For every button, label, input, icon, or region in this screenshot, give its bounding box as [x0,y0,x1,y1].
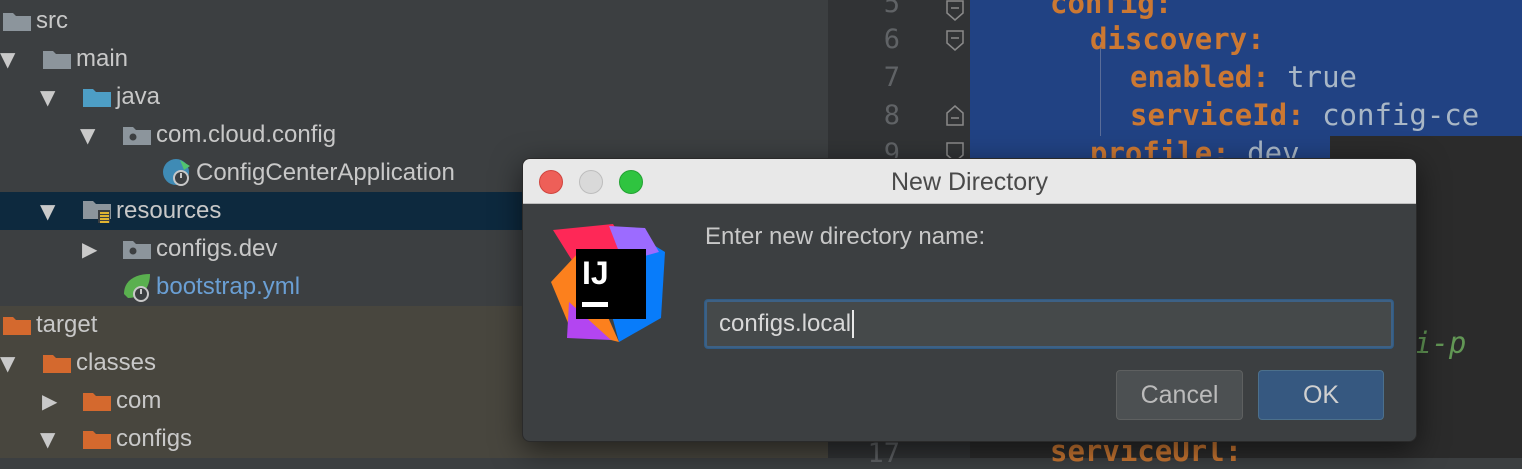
code-line: serviceId: config-ce [1130,98,1480,132]
tree-item-package-com-cloud-config[interactable]: ▼ com.cloud.config [0,116,828,154]
package-icon [122,230,152,268]
tree-item-label: ConfigCenterApplication [196,159,455,186]
line-number: 6 [883,24,900,55]
chevron-down-icon[interactable]: ▼ [40,192,55,230]
tree-item-java[interactable]: ▼ java [0,78,828,116]
chevron-down-icon[interactable]: ▼ [0,344,15,382]
line-number: 7 [883,62,900,93]
code-line: discovery: [1090,22,1265,56]
tree-item-label: target [36,311,98,338]
dialog-title: New Directory [891,168,1048,196]
new-directory-dialog: New Directory IJ Enter new directory nam… [522,158,1417,442]
folder-icon [2,2,32,40]
chevron-right-icon[interactable]: ▶ [82,230,97,268]
code-comment-fragment: i-p [1414,326,1467,360]
excluded-folder-icon [82,382,112,420]
cancel-button[interactable]: Cancel [1116,370,1243,420]
package-icon [122,116,152,154]
resources-folder-icon [82,192,112,230]
code-line: enabled: true [1130,60,1357,94]
code-line: config: [1050,0,1173,20]
line-number: 17 [867,438,900,469]
tree-item-src[interactable]: src [0,2,828,40]
tree-item-label: resources [116,197,222,224]
directory-name-input[interactable]: configs.local [705,300,1393,348]
directory-name-prompt: Enter new directory name: [705,223,986,250]
intellij-idea-logo: IJ [551,224,665,342]
chevron-down-icon[interactable]: ▼ [40,78,55,116]
directory-name-value[interactable]: configs.local [719,310,851,338]
spring-yml-icon [120,268,154,306]
source-folder-icon [82,78,112,116]
tree-item-main[interactable]: ▼ main [0,40,828,78]
tree-item-label: main [76,45,129,72]
line-number: 5 [883,0,900,19]
line-number: 8 [883,100,900,131]
excluded-folder-icon [82,420,112,458]
tree-item-label: java [116,83,161,110]
tree-item-label: configs.dev [156,235,278,262]
tree-item-label: com [116,387,162,414]
chevron-down-icon[interactable]: ▼ [0,40,15,78]
tree-item-label: configs [116,425,193,452]
chevron-down-icon[interactable]: ▼ [40,420,55,458]
chevron-right-icon[interactable]: ▶ [42,382,57,420]
fold-end-icon[interactable] [945,104,965,126]
folder-icon [42,40,72,78]
ok-button[interactable]: OK [1258,370,1384,420]
fold-marker-icon[interactable] [945,30,965,52]
logo-text: IJ [582,255,609,291]
spring-boot-class-icon [160,154,194,192]
tree-item-label: bootstrap.yml [156,273,301,300]
tree-item-label: com.cloud.config [156,121,337,148]
excluded-folder-icon [2,306,32,344]
fold-marker-icon[interactable] [945,0,965,22]
excluded-folder-icon [42,344,72,382]
indent-guide [1100,42,1101,136]
tree-item-label: src [36,7,68,34]
dialog-titlebar[interactable]: New Directory [523,159,1416,204]
tree-item-label: classes [76,349,157,376]
chevron-down-icon[interactable]: ▼ [80,116,95,154]
text-caret [852,310,855,338]
